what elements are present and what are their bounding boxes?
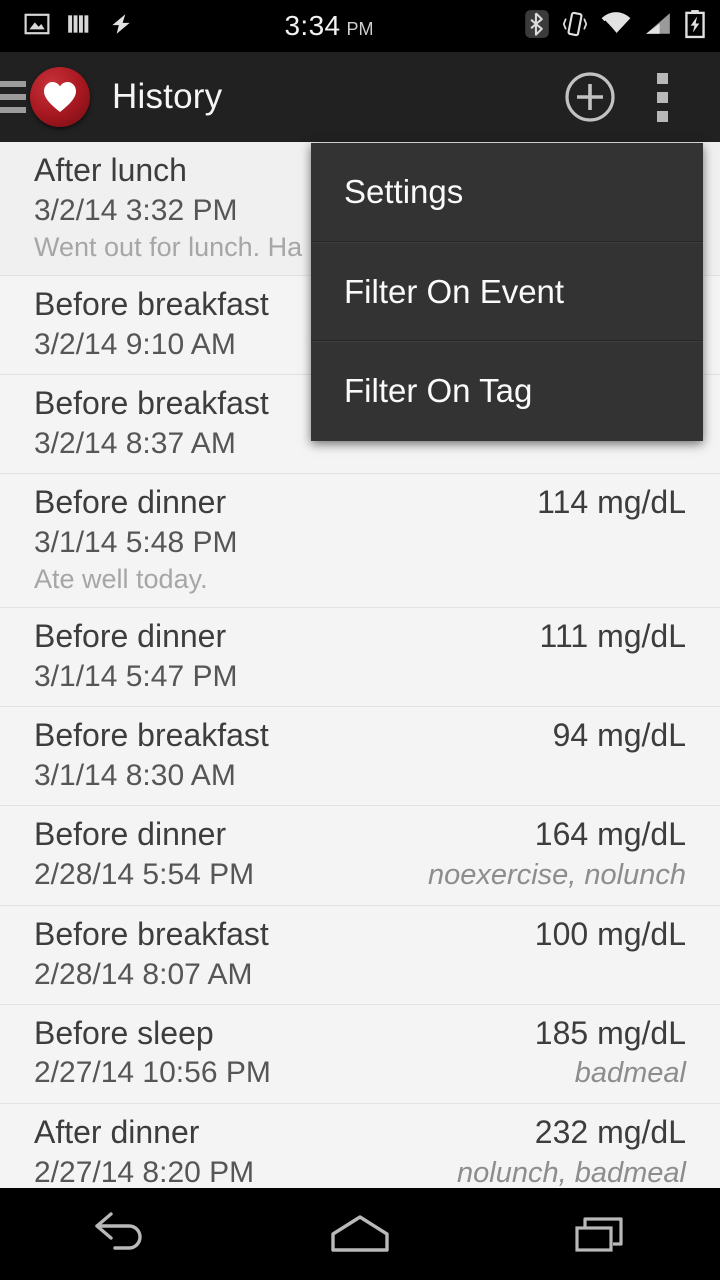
row-value-label: 94 mg/dL [552, 716, 686, 753]
row-primary-line: Before breakfast 100 mg/dL [34, 914, 686, 955]
row-tags-label: badmeal [574, 1057, 686, 1090]
row-primary-line: Before dinner 114 mg/dL [34, 482, 686, 523]
row-primary-line: Before dinner 111 mg/dL [34, 616, 686, 657]
row-datetime-label: 2/27/14 10:56 PM [34, 1056, 271, 1090]
navigation-bar [0, 1188, 720, 1280]
row-primary-line: Before dinner 164 mg/dL [34, 814, 686, 855]
row-secondary-line: 3/1/14 8:30 AM [34, 756, 686, 795]
row-datetime-label: 2/28/14 8:07 AM [34, 957, 253, 991]
history-row[interactable]: After dinner 232 mg/dL 2/27/14 8:20 PM nolu… [0, 1104, 720, 1188]
row-event-label: Before breakfast [34, 915, 269, 952]
row-event-label: After dinner [34, 1114, 200, 1151]
page-title: History [112, 77, 223, 116]
clock-ampm: PM [346, 19, 374, 39]
row-value-label: 100 mg/dL [534, 915, 686, 952]
row-primary-line: Before sleep 185 mg/dL [34, 1013, 686, 1054]
row-datetime-label: 3/2/14 9:10 AM [34, 328, 236, 361]
status-bar-right-icons [524, 9, 720, 44]
menu-item-filter-on-event[interactable]: Filter On Event [311, 242, 703, 341]
row-secondary-line: 2/27/14 8:20 PM nolunch, badmeal [34, 1153, 686, 1188]
row-event-label: Before sleep [34, 1014, 214, 1051]
row-event-label: Before dinner [34, 618, 227, 654]
row-value-label: 185 mg/dL [534, 1014, 686, 1051]
row-tags-label: nolunch, badmeal [457, 1157, 686, 1188]
heart-logo-icon[interactable] [30, 67, 90, 127]
cellular-signal-icon [644, 10, 672, 43]
wifi-icon [600, 10, 632, 43]
row-event-label: After lunch [34, 152, 187, 188]
row-event-label: Before breakfast [34, 385, 269, 421]
row-event-label: Before breakfast [34, 286, 269, 323]
row-datetime-label: 3/1/14 5:48 PM [34, 525, 238, 559]
row-datetime-label: 3/1/14 8:30 AM [34, 758, 236, 792]
menu-item-filter-on-tag[interactable]: Filter On Tag [311, 341, 703, 440]
history-row[interactable]: Before breakfast 94 mg/dL 3/1/14 8:30 AM [0, 706, 720, 806]
overflow-menu[interactable]: Settings Filter On Event Filter On Tag [311, 143, 703, 441]
back-arrow-icon[interactable] [40, 1188, 200, 1280]
row-datetime-label: 3/2/14 8:37 AM [34, 426, 236, 460]
clock-time: 3:34 [284, 10, 341, 41]
app-bar: History [0, 52, 720, 142]
image-icon [24, 11, 50, 42]
flash-icon [108, 11, 134, 42]
status-bar-left-icons [0, 11, 134, 42]
history-row[interactable]: Before sleep 185 mg/dL 2/27/14 10:56 PM bad… [0, 1004, 720, 1105]
row-datetime-label: 2/27/14 8:20 PM [34, 1156, 255, 1188]
overflow-menu-icon[interactable] [626, 52, 698, 142]
row-secondary-line: 2/27/14 10:56 PM badmeal [34, 1053, 686, 1093]
row-datetime-label: 2/28/14 5:54 PM [34, 857, 255, 891]
vibrate-icon [562, 9, 588, 44]
row-datetime-label: 3/2/14 3:32 PM [34, 193, 238, 227]
menu-item-settings[interactable]: Settings [311, 143, 703, 242]
status-bar: 3:34 PM [0, 0, 720, 52]
row-event-label: Before breakfast [34, 716, 269, 753]
history-row[interactable]: Before dinner 114 mg/dL 3/1/14 5:48 PM Ate … [0, 473, 720, 608]
row-secondary-line: 2/28/14 5:54 PM noexercise, nolunch [34, 855, 686, 895]
row-primary-line: Before breakfast 94 mg/dL [34, 715, 686, 756]
home-icon[interactable] [280, 1188, 440, 1280]
row-value-label: 114 mg/dL [537, 483, 686, 520]
add-circle-icon[interactable] [554, 61, 626, 133]
status-bar-clock: 3:34 PM [134, 10, 524, 42]
row-event-label: Before dinner [34, 815, 227, 852]
row-secondary-line: 2/28/14 8:07 AM [34, 955, 686, 994]
battery-charging-icon [684, 9, 706, 44]
row-primary-line: After dinner 232 mg/dL [34, 1112, 686, 1153]
row-datetime-label: 3/1/14 5:47 PM [34, 659, 238, 693]
row-value-label: 111 mg/dL [539, 618, 686, 654]
row-event-label: Before dinner [34, 483, 227, 520]
row-tags-label: noexercise, nolunch [428, 858, 686, 891]
row-secondary-line: 3/1/14 5:48 PM [34, 523, 686, 562]
bluetooth-icon [524, 9, 550, 44]
drawer-handle-icon[interactable] [0, 81, 26, 113]
history-row[interactable]: Before dinner 111 mg/dL 3/1/14 5:47 PM [0, 608, 720, 707]
row-secondary-line: 3/1/14 5:47 PM [34, 657, 686, 696]
history-row[interactable]: Before breakfast 100 mg/dL 2/28/14 8:07 AM [0, 905, 720, 1005]
row-note-label: Ate well today. [34, 563, 208, 594]
recents-icon[interactable] [520, 1188, 680, 1280]
barcode-icon [66, 11, 92, 42]
row-value-label: 164 mg/dL [534, 815, 686, 852]
history-row[interactable]: Before dinner 164 mg/dL 2/28/14 5:54 PM noe… [0, 805, 720, 906]
row-value-label: 232 mg/dL [534, 1114, 686, 1151]
